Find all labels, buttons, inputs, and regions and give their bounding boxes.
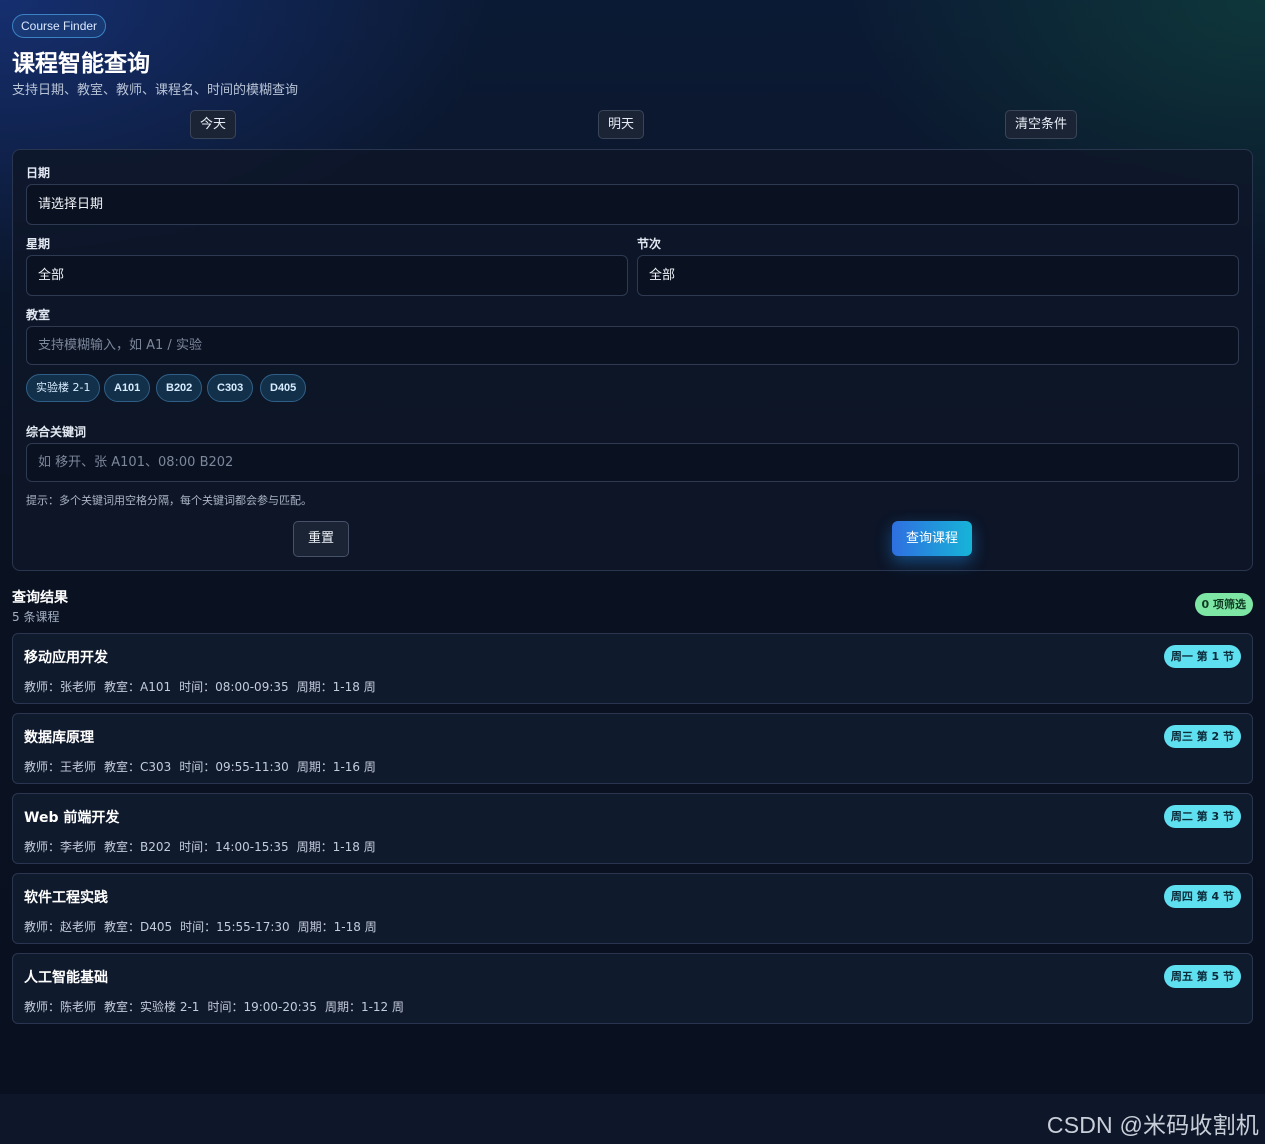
tomorrow-button[interactable]: 明天 (598, 110, 645, 139)
course-slot-badge: 周三 第 2 节 (1163, 725, 1241, 748)
course-time: 时间：19:00-20:35 (207, 1000, 317, 1014)
reset-button[interactable]: 重置 (293, 521, 349, 557)
course-teacher: 教师：陈老师 (24, 1000, 97, 1014)
course-slot-badge: 周二 第 3 节 (1163, 805, 1241, 828)
course-teacher: 教师：王老师 (24, 760, 97, 774)
course-room: 教室：D405 (104, 920, 173, 934)
room-chip-d405[interactable]: D405 (260, 374, 307, 402)
course-card[interactable]: 人工智能基础 周五 第 5 节 教师：陈老师 教室：实验楼 2-1 时间：19:00… (12, 953, 1253, 1024)
room-chip-lab-2-1[interactable]: 实验楼 2-1 (26, 374, 101, 402)
results-title: 查询结果 (12, 590, 68, 606)
course-room: 教室：B202 (104, 840, 172, 854)
course-teacher: 教师：李老师 (24, 840, 97, 854)
course-weeks: 周期：1-18 周 (296, 840, 376, 854)
course-card[interactable]: 数据库原理 周三 第 2 节 教师：王老师 教室：C303 时间：09:55-11:… (12, 713, 1253, 784)
course-card[interactable]: Web 前端开发 周二 第 3 节 教师：李老师 教室：B202 时间：14:00-… (12, 793, 1253, 864)
room-chip-b202[interactable]: B202 (156, 374, 203, 402)
course-room: 教室：A101 (104, 680, 172, 694)
course-slot-badge: 周五 第 5 节 (1163, 965, 1241, 988)
course-meta: 教师：赵老师 教室：D405 时间：15:55-17:30 周期：1-18 周 (24, 918, 385, 935)
course-name: 软件工程实践 (24, 890, 108, 906)
room-chip-a101[interactable]: A101 (104, 374, 151, 402)
course-slot-badge: 周四 第 4 节 (1163, 885, 1241, 908)
period-label: 节次 (637, 237, 662, 251)
course-name: 移动应用开发 (24, 650, 108, 666)
classroom-input[interactable]: 支持模糊输入，如 A1 / 实验 (26, 326, 1239, 365)
course-teacher: 教师：赵老师 (24, 920, 97, 934)
keyword-input[interactable]: 如 移开、张 A101、08:00 B202 (26, 443, 1239, 482)
app-shell: Course Finder 课程智能查询 支持日期、教室、教师、课程名、时间的模… (0, 0, 1265, 1094)
course-name: Web 前端开发 (24, 810, 120, 826)
course-name: 数据库原理 (24, 730, 94, 746)
room-chip-c303[interactable]: C303 (207, 374, 254, 402)
course-room: 教室：C303 (104, 760, 172, 774)
course-room: 教室：实验楼 2-1 (104, 1000, 200, 1014)
keyword-hint: 提示：多个关键词用空格分隔，每个关键词都会参与匹配。 (26, 494, 312, 507)
weekday-select[interactable]: 全部 (26, 255, 628, 296)
course-name: 人工智能基础 (24, 970, 108, 986)
weekday-label: 星期 (26, 237, 51, 251)
course-time: 时间：15:55-17:30 (180, 920, 290, 934)
course-meta: 教师：李老师 教室：B202 时间：14:00-15:35 周期：1-18 周 (24, 838, 384, 855)
course-slot-badge: 周一 第 1 节 (1163, 645, 1241, 668)
course-meta: 教师：张老师 教室：A101 时间：08:00-09:35 周期：1-18 周 (24, 678, 384, 695)
page-subtitle: 支持日期、教室、教师、课程名、时间的模糊查询 (12, 83, 299, 98)
keyword-label: 综合关键词 (26, 425, 87, 439)
course-teacher: 教师：张老师 (24, 680, 97, 694)
clear-conditions-button[interactable]: 清空条件 (1005, 110, 1078, 139)
course-weeks: 周期：1-18 周 (297, 920, 377, 934)
course-meta: 教师：王老师 教室：C303 时间：09:55-11:30 周期：1-16 周 (24, 758, 384, 775)
page-title: 课程智能查询 (12, 51, 150, 77)
course-weeks: 周期：1-18 周 (296, 680, 376, 694)
date-label: 日期 (26, 166, 51, 180)
course-weeks: 周期：1-16 周 (296, 760, 376, 774)
course-weeks: 周期：1-12 周 (324, 1000, 404, 1014)
brand-badge: Course Finder (12, 14, 107, 38)
watermark: CSDN @米码收割机 (1046, 1112, 1259, 1138)
period-select[interactable]: 全部 (637, 255, 1239, 296)
course-meta: 教师：陈老师 教室：实验楼 2-1 时间：19:00-20:35 周期：1-12 周 (24, 998, 412, 1015)
course-time: 时间：14:00-15:35 (179, 840, 289, 854)
classroom-label: 教室 (26, 308, 51, 322)
course-time: 时间：09:55-11:30 (179, 760, 289, 774)
results-count: 5 条课程 (12, 610, 60, 624)
search-courses-button[interactable]: 查询课程 (892, 521, 972, 556)
course-time: 时间：08:00-09:35 (179, 680, 289, 694)
today-button[interactable]: 今天 (190, 110, 237, 139)
course-card[interactable]: 移动应用开发 周一 第 1 节 教师：张老师 教室：A101 时间：08:00-09… (12, 633, 1253, 704)
course-card[interactable]: 软件工程实践 周四 第 4 节 教师：赵老师 教室：D405 时间：15:55-17… (12, 873, 1253, 944)
filter-count-badge: 0 项筛选 (1194, 593, 1253, 616)
date-picker[interactable]: 请选择日期 (26, 184, 1239, 225)
